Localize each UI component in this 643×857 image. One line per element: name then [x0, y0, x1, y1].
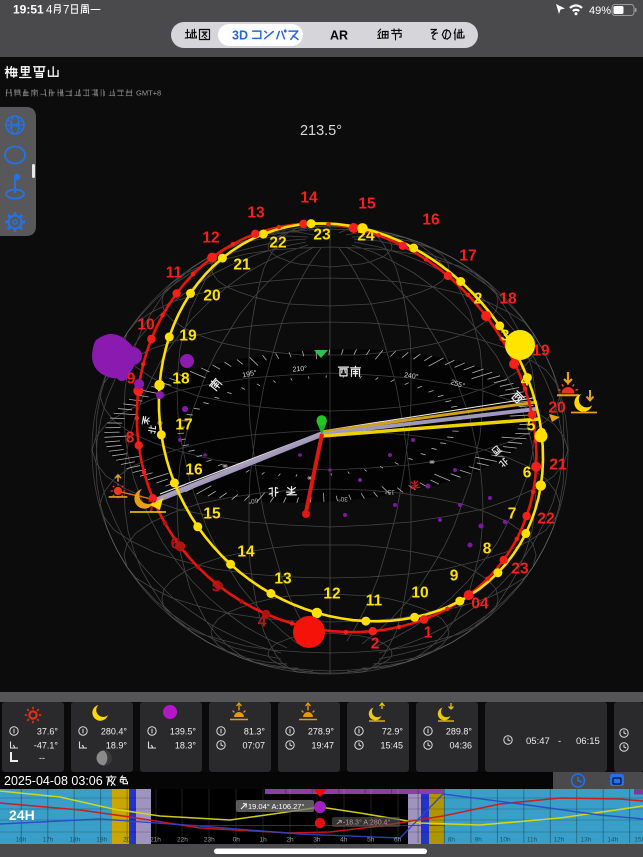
svg-text:20: 20	[203, 288, 220, 305]
svg-text:4: 4	[46, 5, 53, 17]
svg-text:2h: 2h	[286, 837, 294, 844]
svg-text:5: 5	[212, 579, 221, 596]
svg-text:13: 13	[274, 571, 292, 588]
svg-text:4: 4	[521, 373, 530, 390]
svg-text:-: -	[558, 736, 561, 747]
svg-text:4: 4	[258, 614, 267, 631]
svg-text:72.9°: 72.9°	[382, 727, 404, 737]
svg-text:5: 5	[527, 418, 536, 435]
svg-text:17h: 17h	[42, 837, 53, 844]
svg-text:-18.3° A:280.4°: -18.3° A:280.4°	[343, 819, 390, 827]
svg-text:49%: 49%	[589, 5, 611, 17]
svg-text:16: 16	[185, 462, 203, 479]
svg-text:19.04° A:106.27°: 19.04° A:106.27°	[248, 802, 304, 811]
svg-text:19: 19	[179, 328, 197, 345]
svg-text:14h: 14h	[607, 837, 618, 844]
svg-text:16h: 16h	[16, 837, 27, 844]
svg-text:22h: 22h	[177, 837, 188, 844]
svg-text:22: 22	[537, 511, 554, 528]
svg-text:18.3°: 18.3°	[175, 741, 197, 751]
svg-text:8h: 8h	[448, 837, 456, 844]
svg-text:22: 22	[269, 235, 286, 252]
svg-text:9: 9	[450, 568, 459, 585]
svg-text:6: 6	[523, 465, 532, 482]
svg-text:13h: 13h	[580, 837, 591, 844]
svg-text:19:51: 19:51	[13, 3, 44, 17]
svg-text:6h: 6h	[394, 837, 402, 844]
svg-text:18: 18	[172, 371, 190, 388]
svg-text:15:45: 15:45	[380, 741, 403, 751]
svg-text:15: 15	[358, 196, 376, 213]
svg-text:12h: 12h	[554, 837, 565, 844]
svg-text:24: 24	[357, 228, 375, 245]
svg-text:11h: 11h	[527, 837, 538, 844]
svg-text:9h: 9h	[475, 837, 483, 844]
svg-text:8: 8	[483, 541, 492, 558]
svg-text:16: 16	[422, 212, 440, 229]
svg-text:10: 10	[137, 317, 154, 334]
svg-text:278.9°: 278.9°	[308, 727, 335, 737]
svg-text:19:47: 19:47	[311, 741, 334, 751]
svg-text:05:47: 05:47	[526, 736, 550, 747]
svg-text:GMT+8: GMT+8	[136, 89, 161, 98]
svg-text:1h: 1h	[259, 837, 267, 844]
svg-text:7: 7	[508, 506, 517, 523]
svg-text:23: 23	[313, 227, 331, 244]
svg-text:2: 2	[474, 291, 483, 308]
svg-text:06:15: 06:15	[576, 736, 600, 747]
svg-text:AR: AR	[330, 29, 348, 43]
svg-text:14: 14	[300, 190, 318, 207]
svg-text:23: 23	[511, 561, 529, 578]
svg-text:1: 1	[424, 625, 433, 642]
svg-text:04: 04	[471, 596, 489, 613]
svg-text:18.9°: 18.9°	[106, 741, 128, 751]
svg-text:6: 6	[171, 536, 180, 553]
svg-text:--: --	[39, 753, 45, 763]
svg-text:3D: 3D	[232, 29, 248, 43]
svg-text:213.5°: 213.5°	[300, 123, 342, 139]
svg-text:8: 8	[126, 430, 135, 447]
svg-text:7h: 7h	[421, 837, 429, 844]
svg-text:0h: 0h	[233, 837, 241, 844]
svg-text:-47.1°: -47.1°	[34, 741, 59, 751]
svg-text:7: 7	[63, 5, 69, 17]
svg-text:5h: 5h	[367, 837, 375, 844]
svg-text:21h: 21h	[150, 837, 161, 844]
svg-text:18: 18	[499, 291, 517, 308]
svg-text:24H: 24H	[9, 807, 35, 823]
svg-text:81.3°: 81.3°	[244, 727, 266, 737]
svg-text:21: 21	[233, 257, 251, 274]
svg-text:210°: 210°	[292, 364, 307, 373]
svg-text:2025-04-08 03:06: 2025-04-08 03:06	[4, 774, 103, 788]
svg-text:19: 19	[532, 343, 550, 360]
svg-text:10: 10	[411, 585, 428, 602]
svg-text:37.6°: 37.6°	[37, 727, 59, 737]
svg-text:10h: 10h	[500, 837, 511, 844]
svg-text:20h: 20h	[123, 837, 134, 844]
svg-text:12: 12	[323, 586, 340, 603]
svg-text:139.5°: 139.5°	[170, 727, 197, 737]
svg-text:289.8°: 289.8°	[446, 727, 473, 737]
svg-text:11: 11	[366, 593, 383, 610]
svg-text:18h: 18h	[69, 837, 80, 844]
svg-text:12: 12	[202, 230, 219, 247]
svg-text:15: 15	[203, 506, 221, 523]
svg-text:13: 13	[247, 205, 265, 222]
svg-text:14: 14	[237, 544, 255, 561]
svg-text:30°: 30°	[338, 495, 348, 503]
svg-text:21: 21	[549, 457, 567, 474]
svg-text:04:36: 04:36	[449, 741, 472, 751]
svg-text:15h: 15h	[634, 837, 643, 844]
svg-text:280.4°: 280.4°	[101, 727, 128, 737]
svg-text:20: 20	[548, 400, 565, 417]
svg-text:11: 11	[166, 265, 183, 282]
svg-text:4h: 4h	[340, 837, 348, 844]
svg-text:07:07: 07:07	[242, 741, 265, 751]
svg-text:19h: 19h	[96, 837, 107, 844]
svg-text:17: 17	[175, 417, 192, 434]
svg-text:23h: 23h	[204, 837, 215, 844]
svg-text:17: 17	[459, 248, 476, 265]
svg-text:3h: 3h	[313, 837, 321, 844]
svg-text:2: 2	[371, 636, 380, 653]
